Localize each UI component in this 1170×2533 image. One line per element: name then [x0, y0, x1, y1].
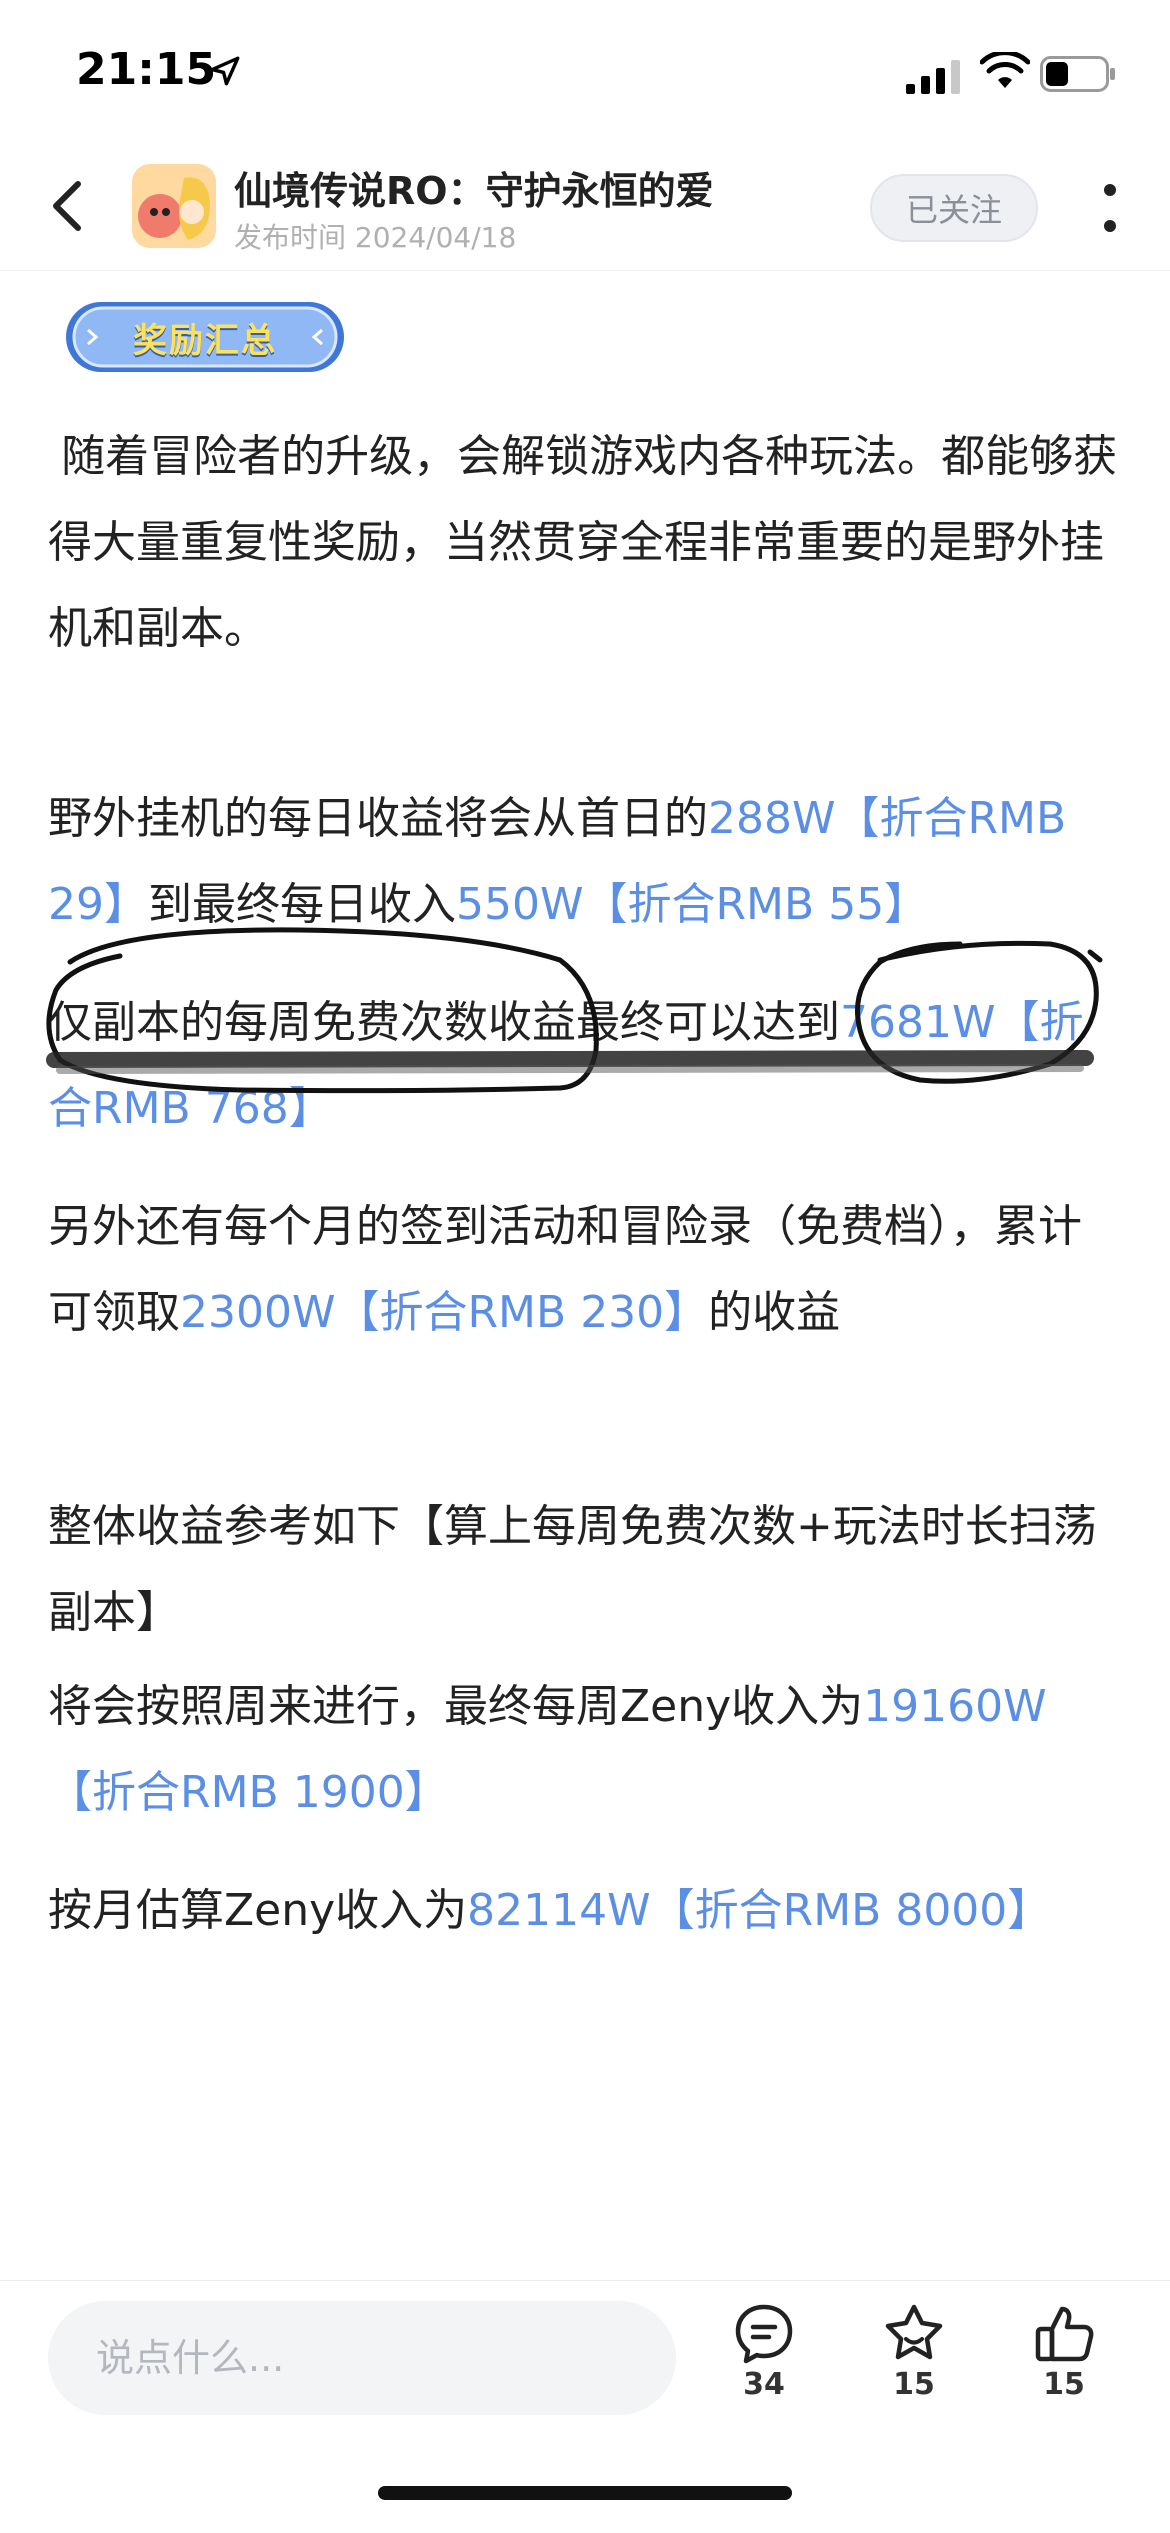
field-income-text-2: 到最终每日收入 — [148, 879, 456, 930]
comment-count: 34 — [743, 2367, 785, 2402]
more-icon[interactable] — [1090, 174, 1130, 244]
like-button[interactable]: 15 — [1014, 2301, 1114, 2421]
dungeon-income-text: 仅副本的每周免费次数收益最终可以达到 — [48, 997, 840, 1048]
scribble-right-tail — [1087, 949, 1103, 963]
game-avatar[interactable] — [132, 164, 216, 248]
comment-icon — [735, 2304, 793, 2364]
paragraph-field-income: 野外挂机的每日收益将会从首日的288W【折合RMB 29】到最终每日收入550W… — [48, 776, 1118, 948]
follow-button[interactable]: 已关注 — [870, 174, 1038, 242]
publish-date: 2024/04/18 — [354, 221, 517, 254]
battery-icon — [1040, 56, 1115, 92]
comment-button[interactable]: 34 — [714, 2301, 814, 2421]
status-time: 21:15 — [76, 44, 217, 95]
comment-input[interactable]: 说点什么... — [48, 2301, 676, 2415]
location-arrow-icon — [210, 56, 240, 86]
status-bar: 21:15 — [0, 0, 1170, 140]
paragraph-dungeon-income: 仅副本的每周免费次数收益最终可以达到7681W【折合RMB 768】 — [48, 980, 1118, 1152]
paragraph-weekly-income: 将会按照周来进行，最终每周Zeny收入为19160W【折合RMB 1900】 — [48, 1664, 1118, 1836]
paragraph-overall-reference: 整体收益参考如下【算上每周免费次数+玩法时长扫荡副本】 — [48, 1501, 1097, 1638]
publish-label: 发布时间 — [234, 221, 347, 254]
reward-summary-banner: 奖励汇总 — [64, 296, 346, 378]
game-title[interactable]: 仙境传说RO：守护永恒的爱 — [234, 160, 714, 215]
monthly-income-value: 82114W【折合RMB 8000】 — [467, 1885, 1052, 1936]
signin-income-text-2: 的收益 — [708, 1287, 841, 1338]
favorite-icon — [885, 2304, 943, 2360]
favorite-count: 15 — [893, 2367, 935, 2402]
cellular-signal-icon — [906, 60, 960, 94]
paragraph-monthly-income: 按月估算Zeny收入为82114W【折合RMB 8000】 — [48, 1868, 1118, 1954]
like-icon — [1035, 2306, 1094, 2362]
like-count: 15 — [1043, 2367, 1085, 2402]
field-income-text-1: 野外挂机的每日收益将会从首日的 — [48, 793, 708, 844]
post-header: 仙境传说RO：守护永恒的爱 发布时间 2024/04/18 已关注 — [0, 140, 1170, 271]
publish-time: 发布时间 2024/04/18 — [234, 216, 516, 256]
paragraph-signin-income: 另外还有每个月的签到活动和冒险录（免费档），累计可领取2300W【折合RMB 2… — [48, 1184, 1118, 1356]
signin-income-value: 2300W【折合RMB 230】 — [180, 1287, 709, 1338]
banner-label: 奖励汇总 — [133, 320, 277, 361]
favorite-button[interactable]: 15 — [864, 2301, 964, 2421]
back-icon[interactable] — [40, 176, 100, 236]
field-income-final: 550W【折合RMB 55】 — [456, 879, 929, 930]
weekly-income-text: 将会按照周来进行，最终每周Zeny收入为 — [48, 1681, 864, 1732]
wifi-icon — [980, 52, 1030, 88]
monthly-income-text: 按月估算Zeny收入为 — [48, 1885, 468, 1936]
paragraph-intro: 随着冒险者的升级，会解锁游戏内各种玩法。都能够获得大量重复性奖励，当然贯穿全程非… — [48, 431, 1118, 654]
home-indicator — [378, 2486, 792, 2500]
